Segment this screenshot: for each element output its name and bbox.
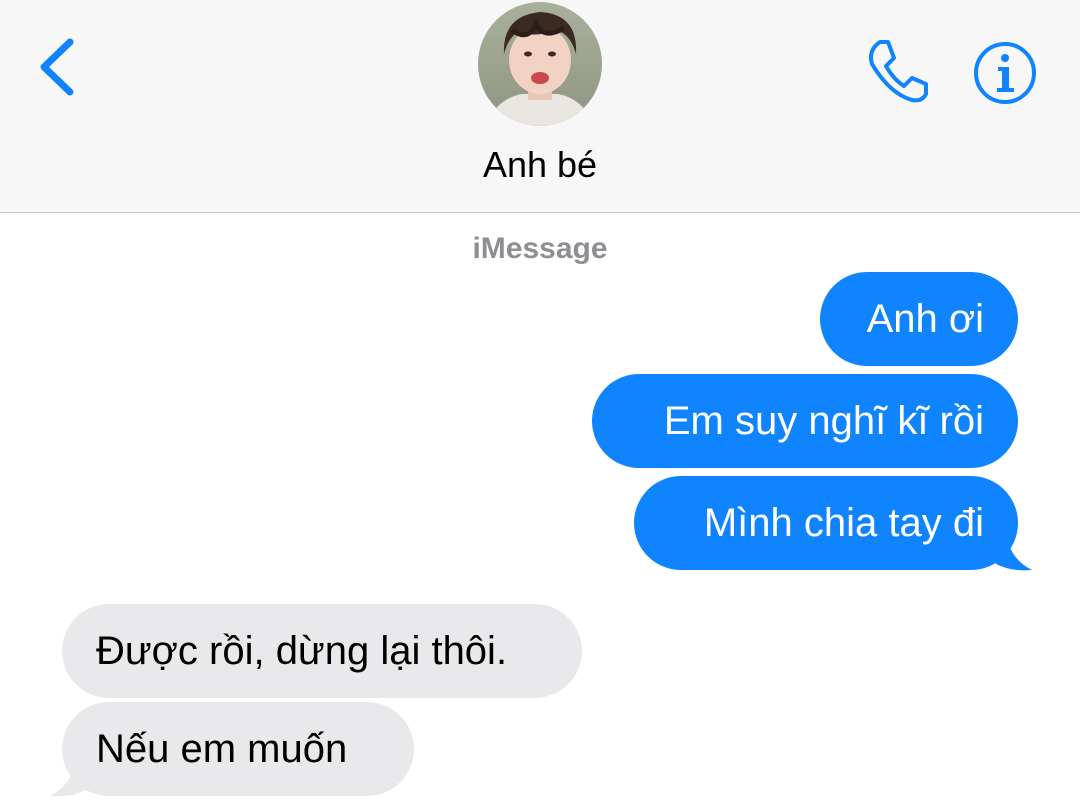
outgoing-message[interactable]: Em suy nghĩ kĩ rồi [592,374,1018,468]
incoming-message[interactable]: Nếu em muốn [62,702,414,796]
info-icon [974,42,1036,104]
message-text: Được rồi, dừng lại thôi. [96,629,508,673]
outgoing-message[interactable]: Anh ơi [820,272,1018,366]
incoming-bubble-tail [50,756,92,797]
contact-name[interactable]: Anh bé [0,144,1080,186]
outgoing-message[interactable]: Mình chia tay đi [634,476,1018,570]
call-button[interactable] [860,36,932,108]
incoming-message[interactable]: Được rồi, dừng lại thôi. [62,604,582,698]
info-button[interactable] [972,40,1038,106]
service-label: iMessage [472,232,608,265]
message-text: Mình chia tay đi [703,501,984,545]
message-text: Nếu em muốn [96,727,348,771]
phone-icon [869,40,928,103]
avatar[interactable] [478,2,602,126]
message-text: Anh ơi [866,297,984,341]
outgoing-bubble-tail [990,530,1032,571]
conversation-header: Anh bé [0,0,1080,213]
message-text: Em suy nghĩ kĩ rồi [663,399,984,443]
chevron-left-icon [40,38,74,96]
back-button[interactable] [34,34,84,100]
